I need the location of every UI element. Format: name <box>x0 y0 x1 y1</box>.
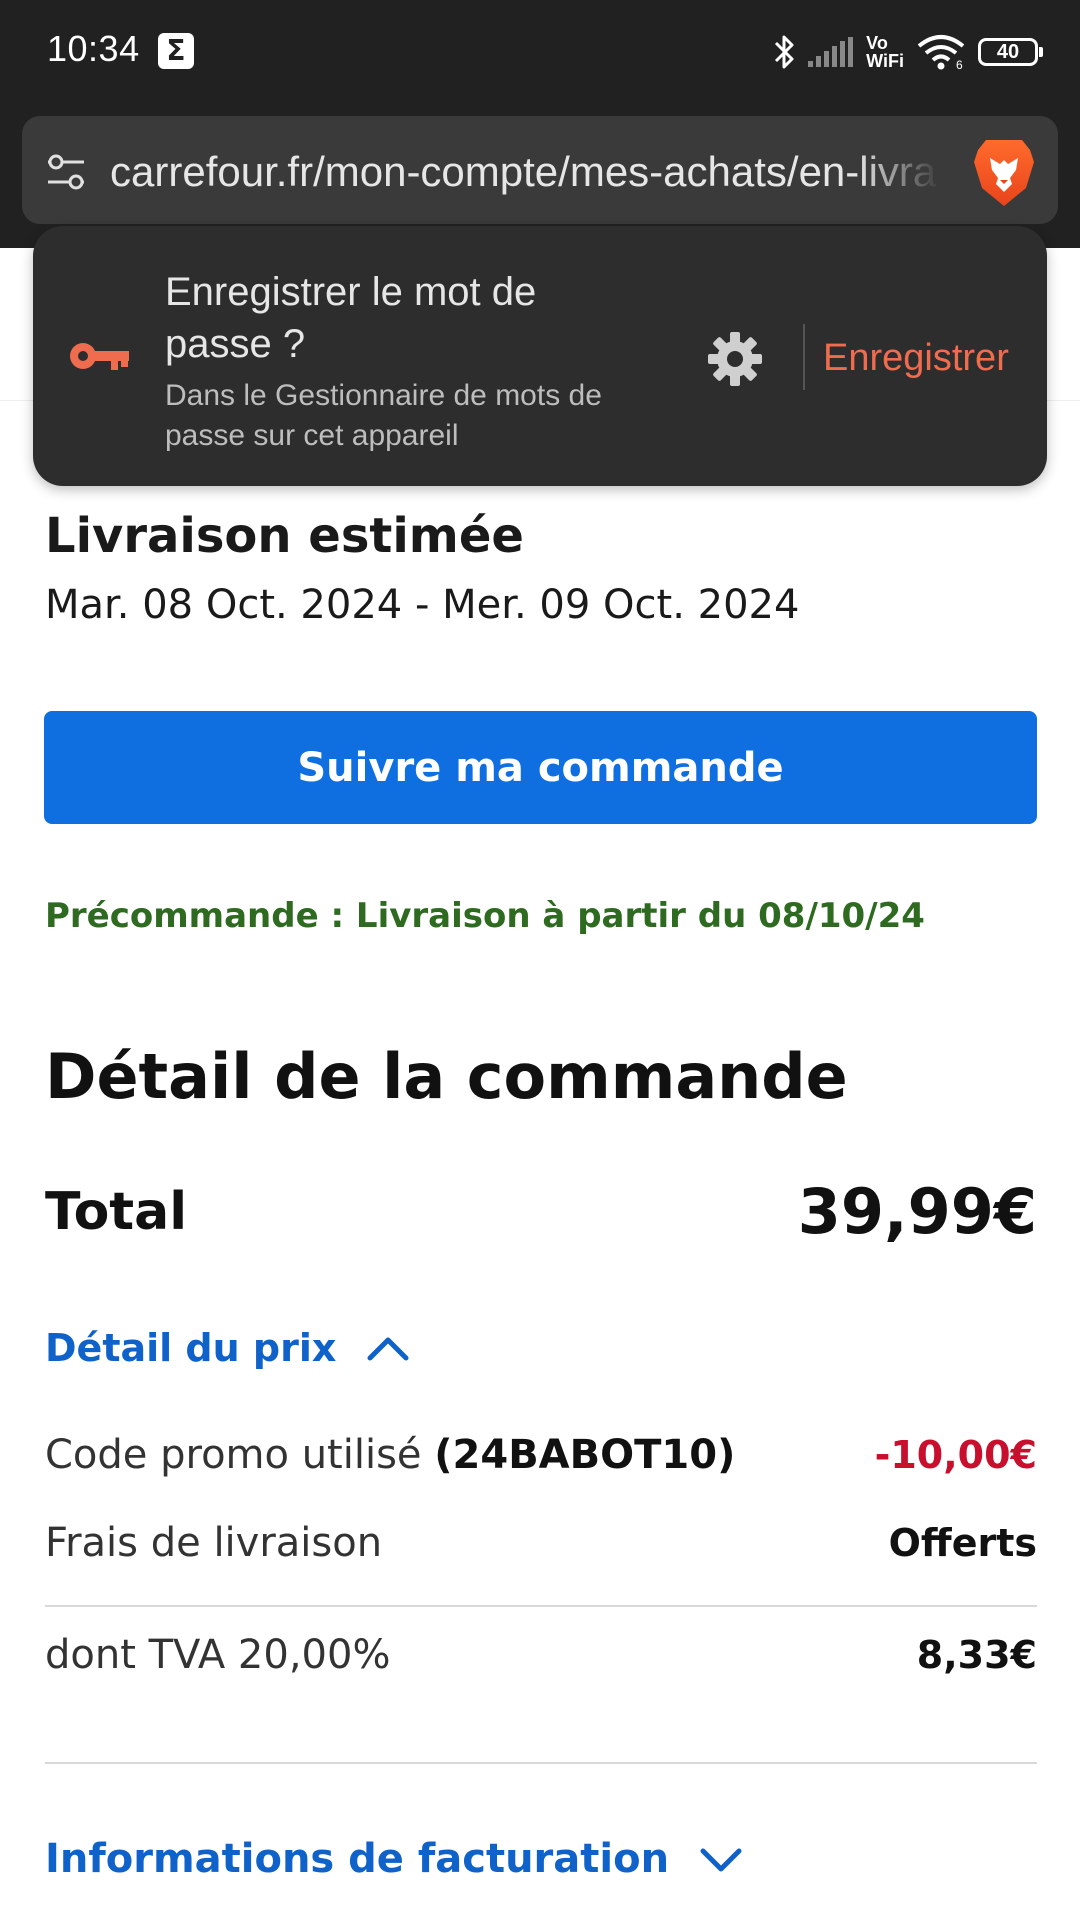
url-bar[interactable]: carrefour.fr/mon-compte/mes-achats/en-li… <box>22 116 1058 224</box>
divider <box>45 1605 1037 1607</box>
shipping-value: Offerts <box>888 1521 1037 1565</box>
vat-label: dont TVA 20,00% <box>45 1632 391 1678</box>
billing-info-toggle[interactable]: Informations de facturation <box>45 1836 743 1882</box>
tune-icon[interactable] <box>44 152 88 192</box>
promo-row: Code promo utilisé (24BABOT10) -10,00€ <box>45 1432 1037 1478</box>
shipping-row: Frais de livraison Offerts <box>45 1520 1037 1566</box>
vat-value: 8,33€ <box>916 1633 1037 1677</box>
preorder-note: Précommande : Livraison à partir du 08/1… <box>45 896 925 936</box>
prompt-subtitle: Dans le Gestionnaire de mots de passe su… <box>165 379 602 452</box>
bluetooth-icon <box>772 33 796 71</box>
promo-value: -10,00€ <box>874 1433 1037 1477</box>
battery-icon: 40 <box>978 38 1043 66</box>
chevron-up-icon <box>366 1334 410 1362</box>
promo-code: (24BABOT10) <box>434 1432 736 1478</box>
track-order-button[interactable]: Suivre ma commande <box>44 711 1037 824</box>
shipping-label: Frais de livraison <box>45 1520 383 1566</box>
brave-lion-icon[interactable] <box>972 136 1036 208</box>
wifi-icon: 6 <box>916 34 966 70</box>
save-password-button[interactable]: Enregistrer <box>823 332 1009 384</box>
total-label: Total <box>45 1182 188 1242</box>
billing-info-label: Informations de facturation <box>45 1836 670 1882</box>
status-bar: 10:34 Σ Vo WiFi 6 40 <box>0 0 1080 104</box>
chevron-down-icon <box>699 1845 743 1873</box>
delivery-title: Livraison estimée <box>45 508 524 564</box>
save-password-prompt: Enregistrer le mot de passe ? Dans le Ge… <box>33 226 1047 486</box>
total-value: 39,99€ <box>797 1175 1037 1248</box>
notification-icon: Σ <box>158 33 194 69</box>
order-detail-title: Détail de la commande <box>45 1040 848 1113</box>
vowifi-icon: Vo WiFi <box>866 33 904 71</box>
divider <box>45 1762 1037 1764</box>
prompt-title: Enregistrer le mot de passe ? <box>165 270 537 366</box>
screen: 10:34 Σ Vo WiFi 6 40 carrefour.fr/mon-co… <box>0 0 1080 1905</box>
promo-label: Code promo utilisé (24BABOT10) <box>45 1432 736 1478</box>
delivery-dates: Mar. 08 Oct. 2024 - Mer. 09 Oct. 2024 <box>45 582 800 628</box>
price-detail-toggle[interactable]: Détail du prix <box>45 1326 410 1370</box>
price-detail-label: Détail du prix <box>45 1326 337 1370</box>
url-text[interactable]: carrefour.fr/mon-compte/mes-achats/en-li… <box>110 144 940 200</box>
status-icons: Vo WiFi 6 40 <box>772 24 1043 80</box>
signal-icon <box>808 37 854 67</box>
status-time: 10:34 <box>47 28 140 69</box>
gear-icon[interactable] <box>706 330 764 388</box>
key-icon <box>67 338 131 374</box>
popup-divider <box>803 324 805 390</box>
vat-row: dont TVA 20,00% 8,33€ <box>45 1632 1037 1678</box>
svg-text:6: 6 <box>956 58 963 70</box>
